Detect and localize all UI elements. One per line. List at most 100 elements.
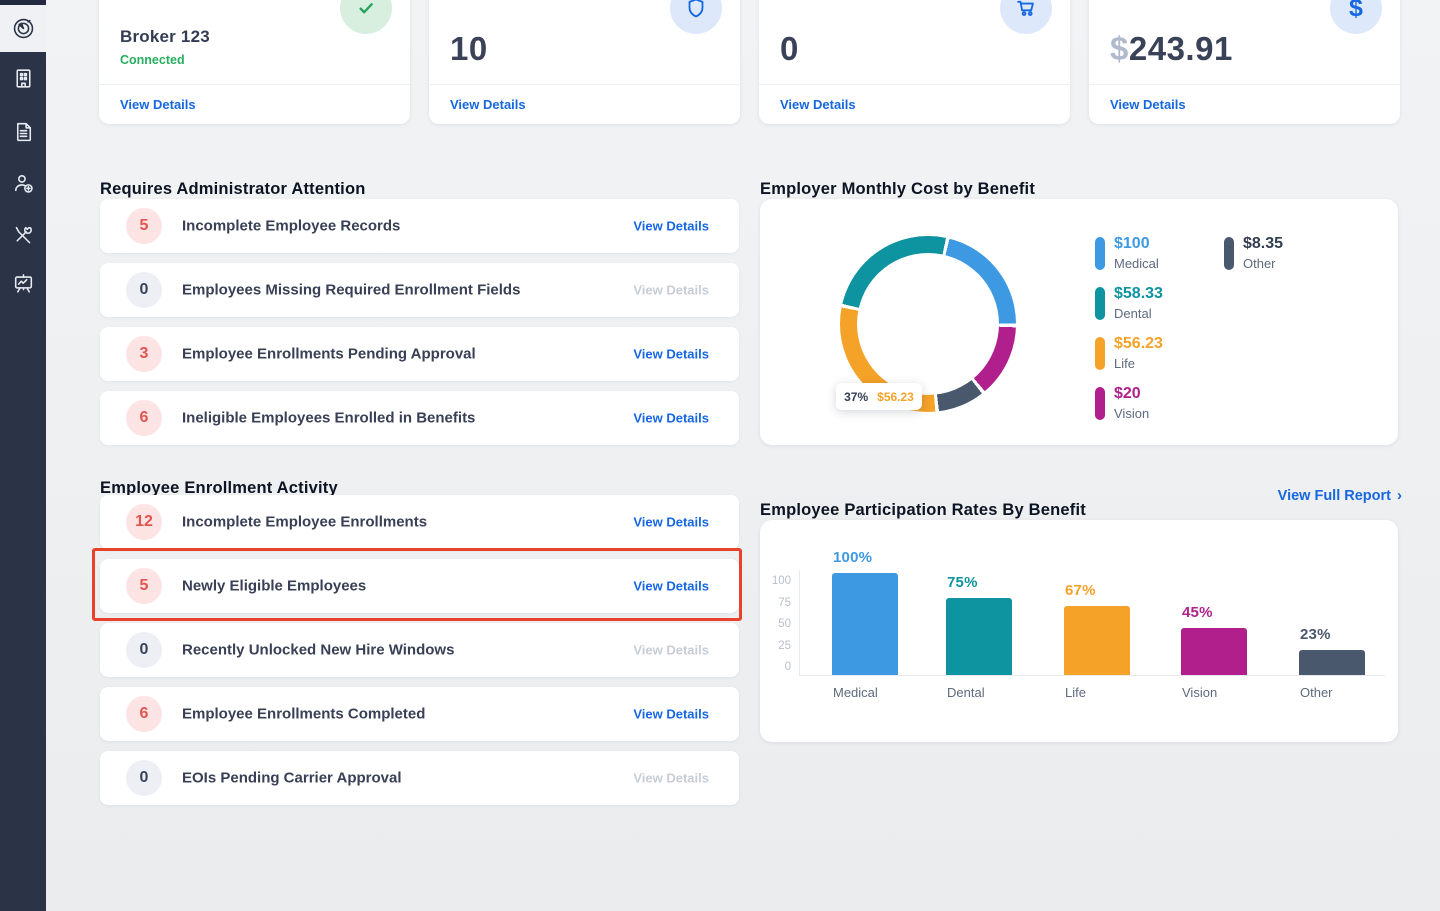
bar-value-label: 67% [1065, 582, 1096, 599]
view-details-link[interactable]: View Details [1110, 97, 1186, 112]
bar-value-label: 75% [947, 574, 978, 591]
view-details-link[interactable]: View Details [633, 579, 709, 594]
bar-life[interactable] [1064, 606, 1130, 675]
stat-card-1: Broker 123ConnectedView Details [99, 0, 410, 124]
donut-chart-title: Employer Monthly Cost by Benefit [760, 180, 1035, 199]
view-details-link[interactable]: View Details [633, 347, 709, 362]
list-item: 5Incomplete Employee RecordsView Details [100, 199, 739, 253]
sidebar-item-documents[interactable] [0, 109, 46, 153]
stat-card-number: 243.91 [1129, 30, 1233, 67]
stat-card-2: 10 View Details [429, 0, 740, 124]
stat-card-4: $$243.91View Details [1089, 0, 1400, 124]
list-item-label: Recently Unlocked New Hire Windows [182, 642, 454, 659]
view-details-link[interactable]: View Details [120, 97, 196, 112]
bar-dental[interactable] [946, 598, 1012, 675]
list-item-label: Incomplete Employee Records [182, 218, 400, 235]
legend-color-pill [1095, 387, 1105, 420]
legend-item-other: $8.35Other [1224, 235, 1283, 271]
y-axis-tick-label: 75 [760, 597, 791, 609]
bar-category-label: Life [1065, 685, 1086, 700]
bar-category-label: Dental [947, 685, 985, 700]
view-details-link: View Details [633, 643, 709, 658]
count-badge: 0 [126, 272, 162, 308]
check-circle-icon [353, 0, 379, 21]
view-details-link[interactable]: View Details [633, 707, 709, 722]
tooltip-value: $56.23 [877, 390, 914, 404]
legend-label: Vision [1114, 406, 1149, 421]
stat-card-footer: View Details [759, 84, 1070, 124]
list-item-label: Employees Missing Required Enrollment Fi… [182, 282, 520, 299]
dollar-icon: $ [1349, 0, 1363, 21]
legend-label: Life [1114, 356, 1163, 371]
person-add-icon [11, 171, 36, 196]
sidebar-item-company[interactable] [0, 56, 46, 100]
count-badge: 0 [126, 632, 162, 668]
count-badge: 5 [126, 568, 162, 604]
cart-icon [1013, 0, 1039, 21]
list-item-label: Employee Enrollments Completed [182, 706, 425, 723]
bar-chart-panel: 1007550250100%Medical75%Dental67%Life45%… [760, 520, 1398, 742]
board-chart-icon [11, 271, 36, 296]
list-item: 6Ineligible Employees Enrolled in Benefi… [100, 391, 739, 445]
donut-chart-panel: 37% $56.23 $100Medical$58.33Dental$56.23… [760, 199, 1398, 445]
legend-color-pill [1224, 237, 1234, 270]
stat-card-icon-bubble [1000, 0, 1052, 34]
stat-card-icon-bubble [670, 0, 722, 34]
legend-text: $8.35Other [1243, 235, 1283, 271]
sidebar-item-dashboard[interactable] [0, 5, 46, 52]
legend-item-dental: $58.33Dental [1095, 285, 1163, 321]
legend-label: Dental [1114, 306, 1163, 321]
list-item: 0 Employees Missing Required Enrollment F… [100, 263, 739, 317]
bar-value-label: 45% [1182, 604, 1213, 621]
legend-color-pill [1095, 337, 1105, 370]
sidebar-item-reports[interactable] [0, 261, 46, 305]
sidebar [0, 0, 46, 911]
view-details-link[interactable]: View Details [780, 97, 856, 112]
y-axis-tick-label: 0 [760, 661, 791, 673]
stat-card-title: Broker 123 [120, 27, 210, 47]
stat-card-footer: View Details [429, 84, 740, 124]
list-item-label: Employee Enrollments Pending Approval [182, 346, 476, 363]
sidebar-item-add-person[interactable] [0, 161, 46, 205]
legend-item-medical: $100Medical [1095, 235, 1159, 271]
view-details-link[interactable]: View Details [450, 97, 526, 112]
bar-value-label: 23% [1300, 626, 1331, 643]
admin-attention-list: 5Incomplete Employee RecordsView Details… [100, 199, 739, 445]
view-details-link: View Details [633, 283, 709, 298]
legend-text: $100Medical [1114, 235, 1159, 271]
stat-card-footer: View Details [1089, 84, 1400, 124]
bar-category-label: Other [1300, 685, 1333, 700]
count-badge: 0 [126, 760, 162, 796]
sidebar-item-tools[interactable] [0, 212, 46, 256]
bar-chart-y-axis-line [799, 570, 800, 675]
list-item: 0EOIs Pending Carrier ApprovalView Detai… [100, 751, 739, 805]
bar-vision[interactable] [1181, 628, 1247, 675]
list-item-label: Newly Eligible Employees [182, 578, 366, 595]
section-title-admin-attention: Requires Administrator Attention [100, 180, 366, 199]
legend-color-pill [1095, 237, 1105, 270]
donut-hole [857, 253, 999, 395]
view-full-report-link[interactable]: View Full Report› [1278, 487, 1402, 504]
stat-card-3: 0View Details [759, 0, 1070, 124]
view-details-link[interactable]: View Details [633, 515, 709, 530]
count-badge: 3 [126, 336, 162, 372]
stat-card-footer: View Details [99, 84, 410, 124]
bar-medical[interactable] [832, 573, 898, 675]
currency-prefix: $ [1110, 30, 1129, 67]
bar-chart-baseline [799, 675, 1385, 676]
tooltip-percent: 37% [844, 390, 868, 404]
stat-card-icon-bubble [340, 0, 392, 34]
list-item: 3 Employee Enrollments Pending Approval Vi… [100, 327, 739, 381]
legend-value: $100 [1114, 235, 1159, 253]
y-axis-tick-label: 100 [760, 575, 791, 587]
count-badge: 12 [126, 504, 162, 540]
stat-card-value: $243.91 [1110, 30, 1233, 68]
legend-text: $58.33Dental [1114, 285, 1163, 321]
stat-card-number: 10 [450, 30, 488, 67]
stat-card-icon-bubble: $ [1330, 0, 1382, 34]
list-item-label: EOIs Pending Carrier Approval [182, 770, 402, 787]
view-details-link[interactable]: View Details [633, 219, 709, 234]
legend-value: $8.35 [1243, 235, 1283, 253]
bar-other[interactable] [1299, 650, 1365, 675]
view-details-link[interactable]: View Details [633, 411, 709, 426]
